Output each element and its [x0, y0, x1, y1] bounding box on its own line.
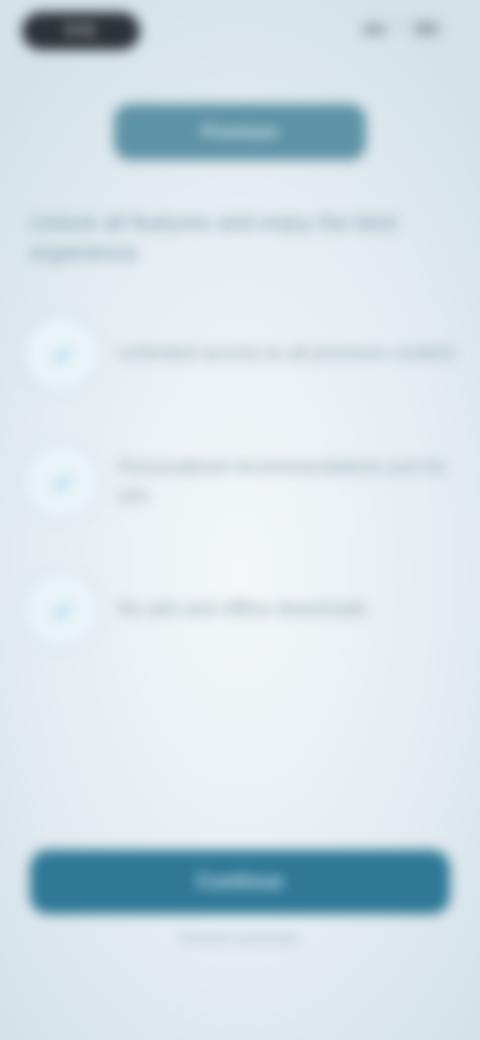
status-bar: 9:41 ▮▮▮ ◠ — [0, 0, 480, 60]
list-item: Unlimited access to all premium content — [26, 318, 456, 390]
battery-icon — [414, 22, 440, 35]
signal-icon: ▮▮▮ — [362, 20, 386, 36]
check-icon — [26, 574, 98, 646]
wifi-icon: ◠ — [393, 20, 406, 36]
header-badge: Premium — [114, 104, 366, 160]
status-time: 9:41 — [22, 12, 140, 50]
header-title: Premium — [201, 121, 279, 142]
feature-text: Unlimited access to all premium content — [118, 343, 454, 364]
restore-purchase-link[interactable]: Restore purchase — [140, 930, 340, 947]
status-icons: ▮▮▮ ◠ — [363, 20, 440, 37]
list-item: No ads and offline downloads — [26, 574, 456, 646]
headline: Unlock all features and enjoy the best e… — [30, 210, 397, 265]
continue-button[interactable]: Continue — [30, 850, 450, 914]
check-icon — [26, 318, 98, 390]
check-icon — [26, 446, 98, 518]
list-item: Personalized recommendations just for yo… — [26, 446, 456, 518]
feature-text: No ads and offline downloads — [118, 599, 367, 620]
feature-text: Personalized recommendations just for yo… — [118, 457, 447, 506]
screen: 9:41 ▮▮▮ ◠ Premium Unlock all features a… — [0, 0, 480, 1040]
